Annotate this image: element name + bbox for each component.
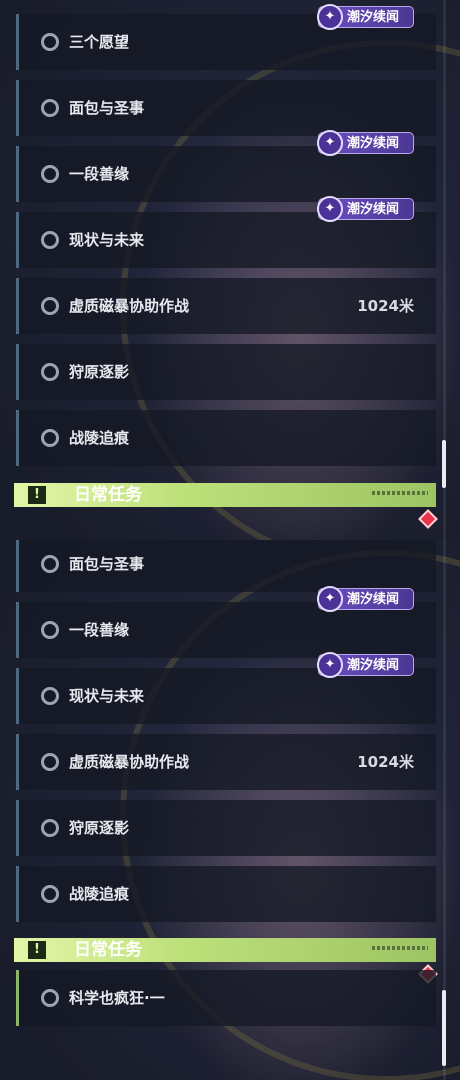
quest-row-tomb-traces[interactable]: 战陵追痕 bbox=[16, 410, 436, 466]
quest-row-hunting-shadows[interactable]: 狩原逐影 bbox=[16, 344, 436, 400]
quest-row-bread-and-sacrament[interactable]: 面包与圣事 bbox=[16, 80, 436, 136]
quest-label: 三个愿望 bbox=[69, 33, 130, 51]
radio-circle-icon[interactable] bbox=[41, 165, 59, 183]
quest-label: 虚质磁暴协助作战 bbox=[69, 753, 190, 771]
daily-tasks-header[interactable]: ! 日常任务 bbox=[14, 938, 436, 962]
tag-label: 潮汐续闻 bbox=[347, 202, 400, 217]
quest-row-bread-and-sacrament[interactable]: 面包与圣事 bbox=[16, 540, 436, 592]
quest-row-good-fate[interactable]: 一段善缘 ✦ 潮汐续闻 bbox=[16, 586, 436, 658]
quest-label: 战陵追痕 bbox=[69, 885, 130, 903]
daily-task-row-science-madness[interactable]: 科学也疯狂·一 bbox=[16, 970, 436, 1026]
quest-label: 一段善缘 bbox=[69, 621, 130, 639]
radio-circle-icon[interactable] bbox=[41, 687, 59, 705]
radio-circle-icon[interactable] bbox=[41, 297, 59, 315]
radio-circle-icon[interactable] bbox=[41, 621, 59, 639]
header-decoration bbox=[372, 491, 428, 495]
scrollbar-thumb[interactable] bbox=[442, 990, 446, 1066]
quest-list-panel-top: 三个愿望 ✦ 潮汐续闻 面包与圣事 一段善缘 ✦ 潮汐续闻 现状与未来 ✦ 潮汐… bbox=[0, 0, 460, 540]
section-title: 日常任务 bbox=[74, 485, 142, 505]
tide-sequel-tag: ✦ 潮汐续闻 bbox=[317, 652, 414, 678]
tide-sequel-tag: ✦ 潮汐续闻 bbox=[317, 196, 414, 222]
radio-circle-icon[interactable] bbox=[41, 753, 59, 771]
quest-label: 狩原逐影 bbox=[69, 819, 130, 837]
tide-sequel-logo-icon: ✦ bbox=[317, 196, 343, 222]
tide-sequel-logo-icon: ✦ bbox=[317, 4, 343, 30]
quest-label: 面包与圣事 bbox=[69, 99, 145, 117]
quest-label: 战陵追痕 bbox=[69, 429, 130, 447]
quest-row-storm-assist[interactable]: 虚质磁暴协助作战 1024米 bbox=[16, 734, 436, 790]
quest-label: 一段善缘 bbox=[69, 165, 130, 183]
exclamation-icon: ! bbox=[28, 486, 46, 504]
tide-sequel-logo-icon: ✦ bbox=[317, 652, 343, 678]
tag-label: 潮汐续闻 bbox=[347, 10, 400, 25]
daily-tasks-header[interactable]: ! 日常任务 bbox=[14, 483, 436, 507]
tide-sequel-logo-icon: ✦ bbox=[317, 586, 343, 612]
quest-distance: 1024米 bbox=[357, 297, 414, 315]
radio-circle-icon[interactable] bbox=[41, 885, 59, 903]
quest-row-storm-assist[interactable]: 虚质磁暴协助作战 1024米 bbox=[16, 278, 436, 334]
quest-row-tomb-traces[interactable]: 战陵追痕 bbox=[16, 866, 436, 922]
quest-row-present-and-future[interactable]: 现状与未来 ✦ 潮汐续闻 bbox=[16, 652, 436, 724]
quest-label: 科学也疯狂·一 bbox=[69, 989, 165, 1007]
tide-sequel-logo-icon: ✦ bbox=[317, 130, 343, 156]
radio-circle-icon[interactable] bbox=[41, 429, 59, 447]
tide-sequel-tag: ✦ 潮汐续闻 bbox=[317, 4, 414, 30]
tide-sequel-tag: ✦ 潮汐续闻 bbox=[317, 130, 414, 156]
tag-label: 潮汐续闻 bbox=[347, 136, 400, 151]
quest-label: 面包与圣事 bbox=[69, 555, 145, 573]
radio-circle-icon[interactable] bbox=[41, 989, 59, 1007]
radio-circle-icon[interactable] bbox=[41, 231, 59, 249]
quest-list-panel-bottom: 面包与圣事 一段善缘 ✦ 潮汐续闻 现状与未来 ✦ 潮汐续闻 虚质磁暴协助作战 … bbox=[0, 540, 460, 1080]
tide-sequel-tag: ✦ 潮汐续闻 bbox=[317, 586, 414, 612]
radio-circle-icon[interactable] bbox=[41, 363, 59, 381]
quest-row-three-wishes[interactable]: 三个愿望 ✦ 潮汐续闻 bbox=[16, 4, 436, 70]
quest-row-present-and-future[interactable]: 现状与未来 ✦ 潮汐续闻 bbox=[16, 196, 436, 268]
exclamation-icon: ! bbox=[28, 941, 46, 959]
header-decoration bbox=[372, 946, 428, 950]
scrollbar-thumb[interactable] bbox=[442, 440, 446, 488]
tag-label: 潮汐续闻 bbox=[347, 658, 400, 673]
section-title: 日常任务 bbox=[74, 940, 142, 960]
radio-circle-icon[interactable] bbox=[41, 819, 59, 837]
quest-label: 现状与未来 bbox=[69, 231, 145, 249]
quest-row-good-fate[interactable]: 一段善缘 ✦ 潮汐续闻 bbox=[16, 130, 436, 202]
quest-label: 虚质磁暴协助作战 bbox=[69, 297, 190, 315]
quest-label: 狩原逐影 bbox=[69, 363, 130, 381]
radio-circle-icon[interactable] bbox=[41, 33, 59, 51]
tag-label: 潮汐续闻 bbox=[347, 592, 400, 607]
quest-label: 现状与未来 bbox=[69, 687, 145, 705]
radio-circle-icon[interactable] bbox=[41, 555, 59, 573]
quest-row-hunting-shadows[interactable]: 狩原逐影 bbox=[16, 800, 436, 856]
radio-circle-icon[interactable] bbox=[41, 99, 59, 117]
quest-distance: 1024米 bbox=[357, 753, 414, 771]
